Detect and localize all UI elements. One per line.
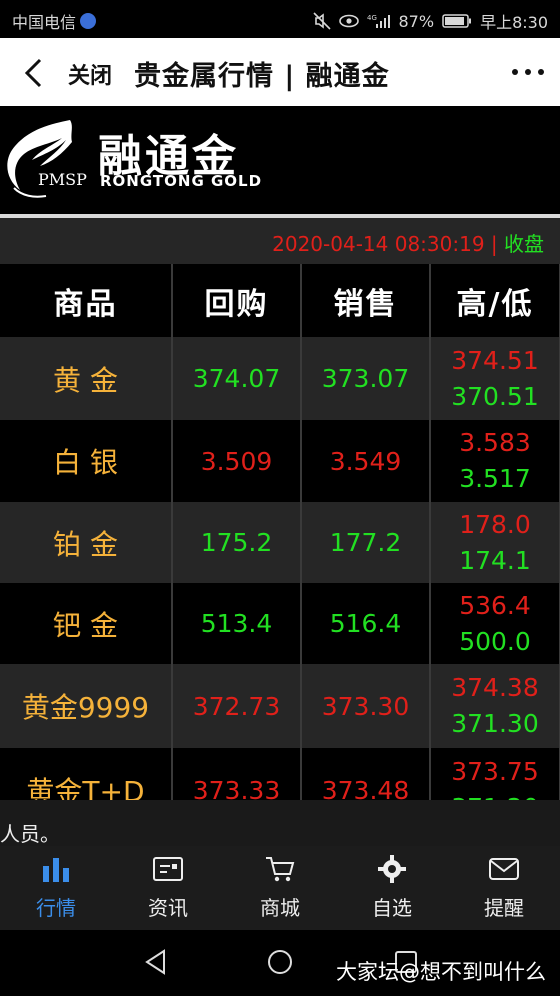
cart-icon [266,857,295,882]
high-price: 3.583 [459,428,531,457]
low-price: 3.517 [459,464,531,493]
tab-news[interactable]: 资讯 [112,846,224,930]
page-title: 贵金属行情 | 融通金 [134,61,390,92]
product-name: 黄金9999 [0,664,173,748]
table-header: 商品 回购 销售 高/低 [0,264,560,337]
news-card-icon [153,857,183,881]
buy-price: 175.2 [172,502,302,583]
low-price: 370.51 [451,381,539,411]
carrier-badge-icon [80,13,97,29]
clock: 早上8:30 [480,13,548,32]
table-row[interactable]: 铂 金 175.2 177.2 178.0 174.1 [0,502,560,583]
more-dots-icon [512,69,544,75]
product-name: 铂 金 [0,502,173,583]
high-low-cell: 178.0 174.1 [430,502,560,583]
update-datetime: 2020-04-14 08:30:19 [272,232,485,256]
table-row[interactable]: 白 银 3.509 3.549 3.583 3.517 [0,420,560,502]
header-product: 商品 [0,264,173,337]
svg-text:4G: 4G [367,14,377,22]
high-low-cell: 374.51 370.51 [430,337,560,420]
dragon-logo-icon [0,116,96,204]
high-low-cell: 3.583 3.517 [430,420,560,502]
tab-label: 自选 [372,896,412,920]
battery-percent: 87% [398,11,435,31]
more-button[interactable] [510,62,546,82]
table-row[interactable]: 黄金9999 372.73 373.30 374.38 371.30 [0,664,560,748]
triangle-back-icon [145,949,165,975]
watermark-text: 大家坛@想不到叫什么 [336,960,546,984]
status-left: 中国电信 [12,9,97,33]
header-sell: 销售 [301,264,431,337]
status-right: 4G 87% 早上8:30 [312,9,548,33]
buy-price: 374.07 [172,337,302,420]
high-low-cell: 374.38 371.30 [430,664,560,748]
sell-price: 373.07 [301,337,431,420]
market-status: 2020-04-14 08:30:19 | 收盘 [272,228,544,257]
status-bar: 中国电信 4G 87% 早上8:30 [0,0,560,38]
sell-price: 373.30 [301,664,431,748]
low-price: 500.0 [459,626,531,656]
tab-label: 商城 [260,896,300,920]
low-price: 174.1 [459,545,531,575]
tab-watchlist[interactable]: 自选 [336,846,448,930]
tab-market[interactable]: 行情 [0,846,112,930]
system-nav-bar: 大家坛@想不到叫什么 [0,930,560,996]
title-bar: 关闭 贵金属行情 | 融通金 [0,38,560,106]
separator: | [484,232,504,256]
header-buyback: 回购 [172,264,302,337]
buy-price: 513.4 [172,583,302,664]
nav-back-button[interactable] [142,948,170,980]
sell-price: 177.2 [301,502,431,583]
mute-icon [312,12,331,30]
pmsp-label: PMSP [38,170,87,189]
header-high-low: 高/低 [430,264,560,337]
gear-icon [378,855,406,883]
high-price: 373.75 [451,757,539,786]
high-low-cell: 536.4 500.0 [430,583,560,664]
eye-icon [338,14,359,28]
sell-price: 3.549 [301,420,431,502]
quotes-table: 商品 回购 销售 高/低 黄 金 374.07 373.07 374.51 370… [0,264,560,832]
tab-label: 资讯 [148,896,188,920]
close-button[interactable]: 关闭 [68,58,112,90]
high-price: 374.38 [451,673,539,702]
chevron-left-icon [24,58,42,88]
signal-icon: 4G [367,13,391,29]
buy-price: 3.509 [172,420,302,502]
nav-home-button[interactable] [266,948,294,980]
carrier-label: 中国电信 [12,13,77,32]
product-name: 黄 金 [0,337,173,420]
tab-alerts[interactable]: 提醒 [448,846,560,930]
notice-strip: 人员。 [0,800,560,846]
sell-price: 516.4 [301,583,431,664]
product-name: 白 银 [0,420,173,502]
low-price: 371.30 [451,709,539,738]
tab-label: 行情 [36,896,76,920]
high-price: 374.51 [451,345,539,375]
back-button[interactable] [18,56,52,90]
brand-name-en: RONGTONG GOLD [100,172,263,190]
buy-price: 372.73 [172,664,302,748]
table-row[interactable]: 黄 金 374.07 373.07 374.51 370.51 [0,337,560,420]
circle-home-icon [268,950,292,974]
date-bar: 2020-04-14 08:30:19 | 收盘 [0,218,560,264]
brand-banner: PMSP 融通金 RONGTONG GOLD [0,106,560,214]
bottom-tab-bar: 行情 资讯 商城 自选 提醒 [0,846,560,930]
tab-label: 提醒 [484,896,524,920]
notice-text: 人员。 [0,822,60,846]
market-status-label: 收盘 [504,232,544,256]
mail-icon [489,858,519,880]
product-name: 钯 金 [0,583,173,664]
high-price: 178.0 [459,509,531,539]
high-price: 536.4 [459,590,531,620]
tab-mall[interactable]: 商城 [224,846,336,930]
table-row[interactable]: 钯 金 513.4 516.4 536.4 500.0 [0,583,560,664]
bar-chart-icon [43,858,69,882]
battery-icon [442,13,472,29]
